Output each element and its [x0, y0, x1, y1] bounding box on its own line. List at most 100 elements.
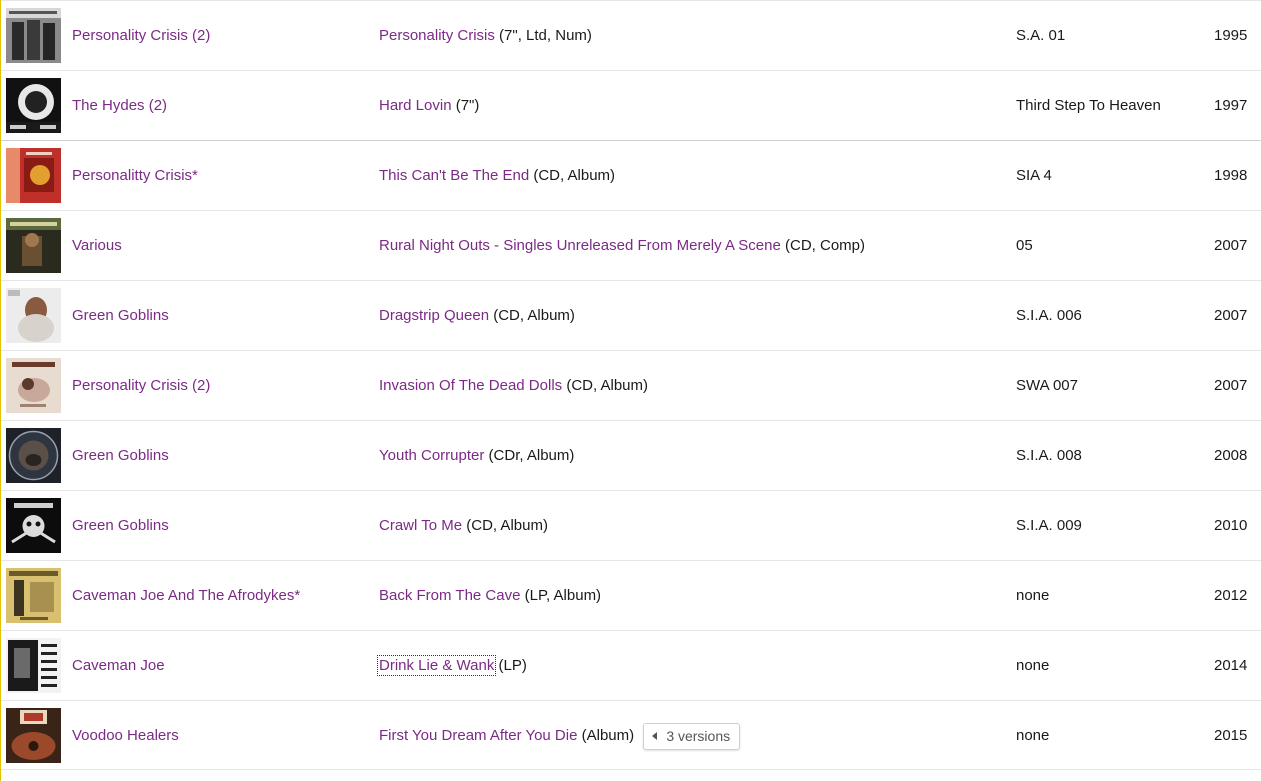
artist-link[interactable]: Green Goblins	[72, 517, 169, 534]
table-row: Personality Crisis (2) Personality Crisi…	[1, 0, 1261, 70]
artist-cell: Personality Crisis (2)	[72, 351, 210, 420]
artist-cell: The Hydes (2)	[72, 71, 167, 140]
versions-count: 3 versions	[666, 727, 731, 744]
release-title-cell: Back From The Cave (LP, Album)	[379, 561, 601, 630]
cover-thumbnail[interactable]	[6, 78, 61, 133]
table-row: Green Goblins Dragstrip Queen (CD, Album…	[1, 280, 1261, 350]
cover-thumbnail[interactable]	[6, 8, 61, 63]
table-row: Green Goblins Crawl To Me (CD, Album) S.…	[1, 490, 1261, 560]
table-row: Green Goblins Youth Corrupter (CDr, Albu…	[1, 420, 1261, 490]
release-year: 1995	[1214, 27, 1248, 44]
artist-cell: Various	[72, 211, 122, 280]
cover-thumbnail[interactable]	[6, 218, 61, 273]
discography-table: Personality Crisis (2) Personality Crisi…	[0, 0, 1261, 781]
artist-cell: Caveman Joe	[72, 631, 165, 700]
release-title-cell: Personality Crisis (7", Ltd, Num)	[379, 1, 592, 70]
cover-thumbnail[interactable]	[6, 708, 61, 763]
catalog-number: SIA 4	[1016, 167, 1052, 184]
release-year: 1997	[1214, 97, 1248, 114]
artist-link[interactable]: Various	[72, 237, 122, 254]
release-title-cell: Youth Corrupter (CDr, Album)	[379, 421, 574, 490]
cover-thumbnail[interactable]	[6, 428, 61, 483]
release-title-cell: First You Dream After You Die (Album) 3 …	[379, 701, 741, 770]
release-format: (LP)	[498, 657, 527, 674]
artist-link[interactable]: Caveman Joe	[72, 657, 165, 674]
release-year: 2012	[1214, 587, 1248, 604]
release-title-link[interactable]: Crawl To Me	[379, 517, 462, 534]
cover-thumbnail[interactable]	[6, 148, 61, 203]
release-format: (CD, Album)	[533, 167, 616, 184]
artist-cell: Personality Crisis (2)	[72, 1, 210, 70]
release-title-cell: Invasion Of The Dead Dolls (CD, Album)	[379, 351, 648, 420]
artist-cell: Green Goblins	[72, 421, 169, 490]
catalog-number: none	[1016, 587, 1050, 604]
cover-thumbnail[interactable]	[6, 358, 61, 413]
table-row: Caveman Joe Drink Lie & Wank (LP) none 2…	[1, 630, 1261, 700]
artist-link[interactable]: Voodoo Healers	[72, 727, 179, 744]
release-title-cell: This Can't Be The End (CD, Album)	[379, 141, 615, 210]
artist-link[interactable]: Personality Crisis (2)	[72, 27, 210, 44]
catalog-number: S.I.A. 006	[1016, 307, 1082, 324]
artist-cell: Caveman Joe And The Afrodykes*	[72, 561, 300, 630]
cover-thumbnail[interactable]	[6, 568, 61, 623]
artist-cell: Voodoo Healers	[72, 701, 179, 770]
release-title-link[interactable]: Youth Corrupter	[379, 447, 484, 464]
release-title-link[interactable]: This Can't Be The End	[379, 167, 529, 184]
catalog-number: none	[1016, 657, 1050, 674]
release-title-link[interactable]: Back From The Cave	[379, 587, 520, 604]
catalog-number: Third Step To Heaven	[1016, 97, 1161, 114]
artist-link[interactable]: The Hydes (2)	[72, 97, 167, 114]
artist-cell: Green Goblins	[72, 281, 169, 350]
release-title-link[interactable]: Hard Lovin	[379, 97, 452, 114]
artist-link[interactable]: Personality Crisis (2)	[72, 377, 210, 394]
table-row: Voodoo Healers First You Dream After You…	[1, 700, 1261, 770]
catalog-number: S.I.A. 009	[1016, 517, 1082, 534]
release-format: (CD, Comp)	[785, 237, 866, 254]
catalog-number: SWA 007	[1016, 377, 1078, 394]
release-format: (7", Ltd, Num)	[499, 27, 592, 44]
catalog-number: 05	[1016, 237, 1033, 254]
release-title-link[interactable]: Dragstrip Queen	[379, 307, 489, 324]
release-year: 2015	[1214, 727, 1248, 744]
artist-cell: Green Goblins	[72, 491, 169, 560]
release-year: 2014	[1214, 657, 1248, 674]
release-format: (7")	[455, 97, 480, 114]
release-title-cell: Drink Lie & Wank (LP)	[376, 631, 527, 700]
table-row: Personality Crisis (2) Invasion Of The D…	[1, 350, 1261, 420]
artist-link[interactable]: Caveman Joe And The Afrodykes*	[72, 587, 300, 604]
table-row: The Hydes (2) Hard Lovin (7") Third Step…	[1, 70, 1261, 140]
release-title-link[interactable]: Personality Crisis	[379, 27, 495, 44]
table-row: Caveman Joe And The Afrodykes* Back From…	[1, 560, 1261, 630]
artist-link[interactable]: Green Goblins	[72, 447, 169, 464]
versions-toggle-button[interactable]: 3 versions	[643, 722, 741, 750]
release-title-link[interactable]: Drink Lie & Wank	[376, 655, 497, 676]
release-format: (LP, Album)	[524, 587, 602, 604]
release-format: (CDr, Album)	[488, 447, 575, 464]
release-year: 2007	[1214, 377, 1248, 394]
release-year: 2010	[1214, 517, 1248, 534]
artist-link[interactable]: Green Goblins	[72, 307, 169, 324]
table-row: Various Rural Night Outs - Singles Unrel…	[1, 210, 1261, 280]
table-row: Personalitty Crisis* This Can't Be The E…	[1, 140, 1261, 210]
release-title-link[interactable]: Rural Night Outs - Singles Unreleased Fr…	[379, 237, 781, 254]
release-title-cell: Hard Lovin (7")	[379, 71, 479, 140]
cover-thumbnail[interactable]	[6, 288, 61, 343]
release-title-cell: Rural Night Outs - Singles Unreleased Fr…	[379, 211, 865, 280]
catalog-number: S.I.A. 008	[1016, 447, 1082, 464]
release-format: (CD, Album)	[566, 377, 649, 394]
release-title-link[interactable]: Invasion Of The Dead Dolls	[379, 377, 562, 394]
release-title-link[interactable]: First You Dream After You Die	[379, 727, 577, 744]
artist-link[interactable]: Personalitty Crisis*	[72, 167, 198, 184]
release-title-cell: Dragstrip Queen (CD, Album)	[379, 281, 575, 350]
release-year: 2007	[1214, 237, 1248, 254]
release-format: (Album)	[581, 727, 635, 744]
cover-thumbnail[interactable]	[6, 498, 61, 553]
cover-thumbnail[interactable]	[6, 638, 61, 693]
release-year: 1998	[1214, 167, 1248, 184]
release-title-cell: Crawl To Me (CD, Album)	[379, 491, 548, 560]
release-year: 2007	[1214, 307, 1248, 324]
caret-left-icon	[652, 731, 658, 740]
release-format: (CD, Album)	[466, 517, 548, 534]
release-year: 2008	[1214, 447, 1248, 464]
catalog-number: none	[1016, 727, 1050, 744]
